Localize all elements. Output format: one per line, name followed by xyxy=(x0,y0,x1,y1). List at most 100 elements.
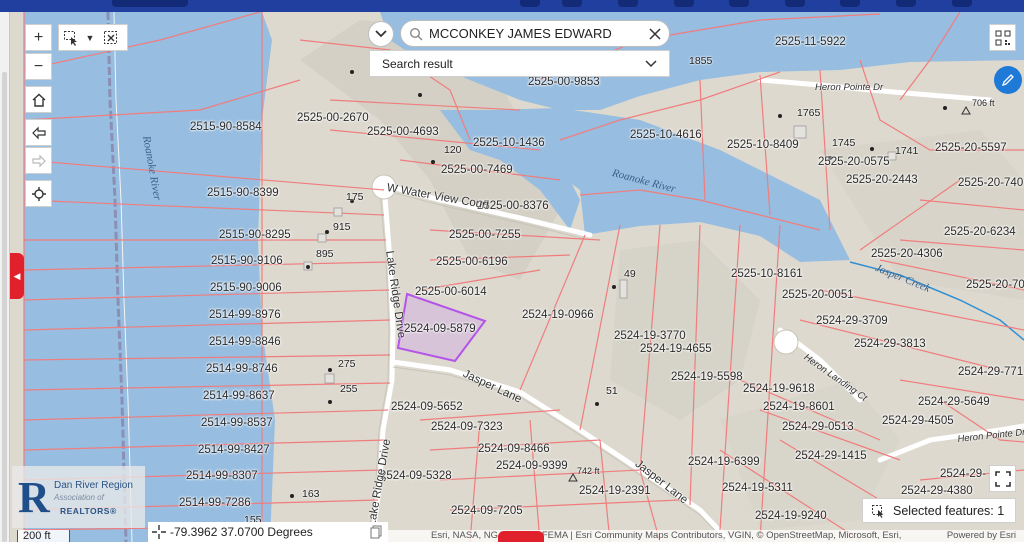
coordinate-text: -79.3962 37.0700 Degrees xyxy=(170,525,313,539)
parcel-label[interactable]: 2524-09-8466 xyxy=(478,443,550,455)
parcel-label[interactable]: 2525-10-8161 xyxy=(731,268,803,280)
header-tab[interactable] xyxy=(840,0,860,7)
side-panel-strip[interactable] xyxy=(0,12,10,542)
parcel-label[interactable]: 2515-90-9006 xyxy=(210,282,282,294)
parcel-label[interactable]: 2524-19-3770 xyxy=(614,330,686,342)
parcel-label[interactable]: 2514-99-8846 xyxy=(209,336,281,348)
parcel-label[interactable]: 2525-00-7469 xyxy=(441,164,513,176)
header-tab[interactable] xyxy=(896,0,916,7)
fullscreen-button[interactable] xyxy=(989,465,1016,492)
scrollbar[interactable] xyxy=(2,72,7,542)
search-result-dropdown[interactable]: Search result xyxy=(369,50,670,77)
parcel-label[interactable]: 2515-90-8399 xyxy=(207,187,279,199)
copy-icon[interactable] xyxy=(370,525,382,542)
parcel-label[interactable]: 2525-00-7255 xyxy=(449,229,521,241)
parcel-label[interactable]: 2525-20-2443 xyxy=(846,174,918,186)
parcel-label[interactable]: 2524-19-0966 xyxy=(522,309,594,321)
header-tab[interactable] xyxy=(729,0,749,7)
parcel-label[interactable]: 2525-00-2670 xyxy=(297,112,369,124)
parcel-label[interactable]: 2525-20-4306 xyxy=(871,248,943,260)
next-extent-button[interactable] xyxy=(25,147,52,174)
parcel-label[interactable]: 2524-19-2391 xyxy=(579,485,651,497)
parcel-label[interactable]: 2524-19-6399 xyxy=(688,456,760,468)
parcel-label[interactable]: 2524-09-5328 xyxy=(380,470,452,482)
edit-button[interactable] xyxy=(994,66,1022,94)
parcel-label[interactable]: 2524-29-3813 xyxy=(854,338,926,350)
select-by-rectangle-button[interactable] xyxy=(59,25,83,50)
parcel-label[interactable]: 2525-00-9853 xyxy=(528,76,600,88)
parcel-label[interactable]: 2515-90-8295 xyxy=(219,229,291,241)
parcel-label[interactable]: 2524-29-4380 xyxy=(901,485,973,497)
parcel-label[interactable]: 2514-99-8746 xyxy=(206,363,278,375)
home-button[interactable] xyxy=(25,86,52,113)
header-tab[interactable] xyxy=(562,0,582,7)
map-canvas[interactable]: 2525-11-5922 2525-00-9853 2525-00-2670 2… xyxy=(0,0,1024,542)
panel-collapse-toggle[interactable]: ◀ xyxy=(10,253,24,299)
parcel-label[interactable]: 2524-09-7323 xyxy=(431,421,503,433)
parcel-label[interactable]: 2514-99-7286 xyxy=(179,497,251,509)
locate-button[interactable] xyxy=(25,180,52,207)
parcel-label[interactable]: 2524-29-4505 xyxy=(882,415,954,427)
parcel-label[interactable]: 2525-20-5597 xyxy=(935,142,1007,154)
parcel-label[interactable]: 2524-29- xyxy=(940,468,986,480)
parcel-label[interactable]: 2524-29-1415 xyxy=(795,450,867,462)
parcel-label[interactable]: 2524-19-5311 xyxy=(722,482,793,494)
parcel-label[interactable]: 2525-10-8409 xyxy=(727,139,799,151)
search-result-label: Search result xyxy=(382,56,453,71)
plus-icon: + xyxy=(33,28,44,46)
parcel-label[interactable]: 2525-10-4616 xyxy=(630,129,702,141)
close-icon[interactable] xyxy=(649,27,661,40)
clear-selection-button[interactable] xyxy=(97,25,125,50)
parcel-label[interactable]: 2524-09-5652 xyxy=(391,401,463,413)
parcel-label[interactable]: 2514-99-8537 xyxy=(201,417,273,429)
chevron-down-icon[interactable]: ▼ xyxy=(83,25,97,50)
search-collapse-button[interactable] xyxy=(368,21,394,47)
parcel-label[interactable]: 2525-20-0051 xyxy=(782,289,854,301)
parcel-label[interactable]: 2514-99-8637 xyxy=(203,390,275,402)
parcel-label[interactable]: 2525-00-6196 xyxy=(436,256,508,268)
parcel-label[interactable]: 2525-10-1436 xyxy=(473,137,545,149)
parcel-label[interactable]: 2525-20-0575 xyxy=(818,156,890,168)
parcel-label[interactable]: 2525-11-5922 xyxy=(775,36,846,48)
parcel-label[interactable]: 2524-19-4655 xyxy=(640,343,712,355)
address-number: 51 xyxy=(606,385,618,397)
parcel-label[interactable]: 2524-29-3709 xyxy=(816,315,888,327)
powered-by-link[interactable]: Powered by Esri xyxy=(947,530,1016,542)
parcel-label[interactable]: 2524-29-0513 xyxy=(782,421,854,433)
parcel-label[interactable]: 2524-19-9618 xyxy=(743,383,815,395)
parcel-label[interactable]: 2525-20-7042 xyxy=(966,279,1024,291)
parcel-label[interactable]: 2525-00-4693 xyxy=(367,126,439,138)
qr-code-button[interactable] xyxy=(989,24,1016,51)
bottom-panel-toggle[interactable] xyxy=(498,531,544,542)
parcel-label[interactable]: 2525-20-740 xyxy=(958,177,1023,189)
parcel-label-selected[interactable]: 2524-09-5879 xyxy=(404,323,476,335)
selected-features-label: Selected features: 1 xyxy=(893,503,1005,518)
selected-features-panel[interactable]: Selected features: 1 xyxy=(862,498,1016,523)
previous-extent-button[interactable] xyxy=(25,119,52,146)
parcel-label[interactable]: 2514-99-8307 xyxy=(186,470,258,482)
header-tab[interactable] xyxy=(618,0,638,7)
parcel-label[interactable]: 2514-99-8427 xyxy=(198,444,270,456)
parcel-label[interactable]: 2524-19-8601 xyxy=(763,401,835,413)
parcel-label[interactable]: 2515-90-9106 xyxy=(211,255,283,267)
header-tab[interactable] xyxy=(785,0,805,7)
zoom-out-button[interactable]: − xyxy=(25,53,52,80)
header-tab[interactable] xyxy=(112,0,188,7)
parcel-label[interactable]: 2524-09-9399 xyxy=(496,460,568,472)
parcel-label[interactable]: 2514-99-8976 xyxy=(209,309,281,321)
address-number: 163 xyxy=(302,488,320,500)
parcel-label[interactable]: 2524-29-5649 xyxy=(918,396,990,408)
header-tab[interactable] xyxy=(520,0,540,7)
parcel-label[interactable]: 2525-00-6014 xyxy=(415,286,487,298)
search-input[interactable] xyxy=(429,26,649,41)
parcel-label[interactable]: 2515-90-8584 xyxy=(190,121,262,133)
parcel-label[interactable]: 2524-29-771 xyxy=(958,366,1023,378)
address-number: 1855 xyxy=(689,55,713,67)
zoom-in-button[interactable]: + xyxy=(25,24,52,51)
header-tab[interactable] xyxy=(674,0,694,7)
header-tab[interactable] xyxy=(952,0,972,7)
parcel-label[interactable]: 2524-19-5598 xyxy=(671,371,743,383)
parcel-label[interactable]: 2524-09-7205 xyxy=(451,505,523,517)
parcel-label[interactable]: 2524-19-9240 xyxy=(755,510,827,522)
parcel-label[interactable]: 2525-20-6234 xyxy=(944,226,1016,238)
